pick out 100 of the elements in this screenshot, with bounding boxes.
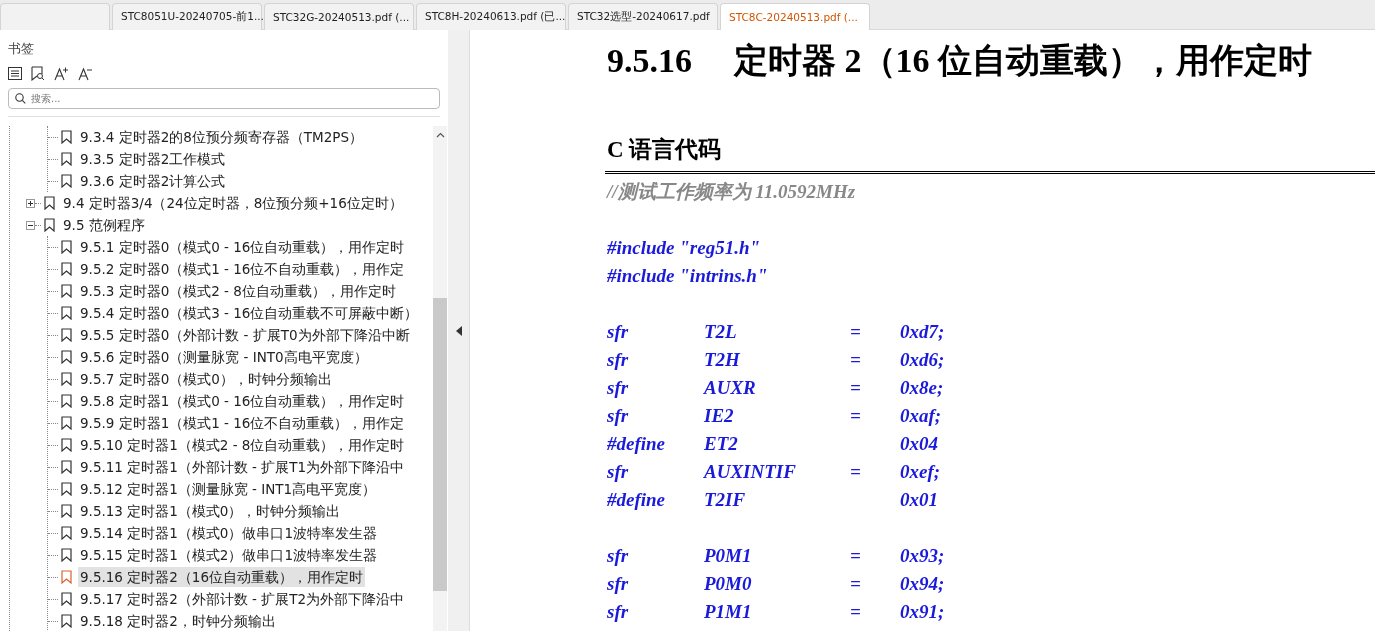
bookmark-icon: [61, 350, 72, 364]
bookmark-icon: [61, 438, 72, 452]
code-operator: =: [850, 376, 862, 400]
expand-icon[interactable]: [26, 198, 35, 208]
code-identifier: AUXR: [704, 376, 757, 400]
code-operator: =: [850, 320, 862, 344]
scroll-up-icon[interactable]: [435, 132, 445, 138]
code-operator: =: [850, 348, 862, 372]
panel-title: 书签: [7, 40, 35, 56]
code-identifier: P0M0: [704, 572, 753, 596]
bookmark-item[interactable]: 9.5.10 定时器1（模式2 - 8位自动重载），用作定时: [78, 435, 407, 455]
bookmark-icon: [61, 174, 72, 188]
code-operator: =: [850, 460, 862, 484]
bookmark-item[interactable]: 9.5.14 定时器1（模式0）做串口1波特率发生器: [78, 523, 379, 543]
bookmark-item[interactable]: 9.5.5 定时器0（外部计数 - 扩展T0为外部下降沿中断: [78, 325, 412, 345]
section-title: 定时器 2（16 位自动重载），用作定时: [734, 41, 1312, 81]
code-value: 0xef;: [900, 460, 942, 484]
document-tab[interactable]: STC32G-20240513.pdf (...: [264, 3, 414, 30]
bookmark-item[interactable]: 9.5.2 定时器0（模式1 - 16位不自动重载），用作定: [78, 259, 407, 279]
bookmark-icon: [61, 130, 72, 144]
bookmark-icon: [61, 592, 72, 606]
subheading: C 语言代码: [607, 136, 723, 164]
code-identifier: AUXINTIF: [704, 460, 797, 484]
document-tab[interactable]: STC32选型-20240617.pdf: [568, 3, 718, 30]
bookmark-icon: [44, 196, 55, 210]
bookmark-item[interactable]: 9.5.18 定时器2，时钟分频输出: [78, 611, 278, 631]
bookmark-icon: [61, 152, 72, 166]
code-identifier: ET2: [704, 432, 739, 456]
bookmark-icon: [61, 526, 72, 540]
code-keyword: sfr: [607, 544, 630, 568]
list-icon[interactable]: [8, 66, 22, 80]
code-value: 0x01: [900, 488, 939, 512]
document-tab[interactable]: STC8C-20240513.pdf (...: [720, 3, 870, 30]
bookmark-icon: [61, 570, 72, 584]
code-identifier: IE2: [704, 404, 735, 428]
bookmark-icon: [61, 328, 72, 342]
font-decrease-icon[interactable]: [78, 65, 93, 81]
search-field[interactable]: 搜索...: [8, 88, 440, 109]
bookmark-item[interactable]: 9.5.9 定时器1（模式1 - 16位不自动重载），用作定: [78, 413, 407, 433]
bookmark-item[interactable]: 9.3.6 定时器2计算公式: [78, 171, 228, 191]
bookmark-item[interactable]: 9.5.4 定时器0（模式3 - 16位自动重载不可屏蔽中断）: [78, 303, 421, 323]
code-value: 0x04: [900, 432, 939, 456]
code-line: #include "intrins.h": [607, 264, 769, 288]
bookmark-item[interactable]: 9.5.6 定时器0（测量脉宽 - INT0高电平宽度）: [78, 347, 370, 367]
bookmark-item[interactable]: 9.5.1 定时器0（模式0 - 16位自动重载），用作定时: [78, 237, 407, 257]
bookmark-icon: [61, 262, 72, 276]
code-value: 0xd6;: [900, 348, 946, 372]
bookmark-icon: [61, 416, 72, 430]
bookmark-icon: [61, 394, 72, 408]
code-keyword: sfr: [607, 404, 630, 428]
code-identifier: P0M1: [704, 544, 753, 568]
code-operator: =: [850, 572, 862, 596]
code-value: 0xd7;: [900, 320, 946, 344]
bookmark-item[interactable]: 9.4 定时器3/4（24位定时器，8位预分频+16位定时）: [61, 193, 405, 213]
bookmark-icon: [44, 218, 55, 232]
bookmark-item[interactable]: 9.5.8 定时器1（模式0 - 16位自动重载），用作定时: [78, 391, 407, 411]
code-keyword: #define: [607, 432, 667, 456]
code-operator: =: [850, 404, 862, 428]
scrollbar[interactable]: [433, 126, 447, 631]
bookmark-item[interactable]: 9.5.16 定时器2（16位自动重载），用作定时: [78, 567, 365, 587]
bookmark-icon: [61, 372, 72, 386]
scrollbar-thumb[interactable]: [433, 298, 447, 591]
bookmark-item[interactable]: 9.5.17 定时器2（外部计数 - 扩展T2为外部下降沿中: [78, 589, 407, 609]
bookmark-icon: [61, 614, 72, 628]
code-value: 0x8e;: [900, 376, 945, 400]
code-keyword: sfr: [607, 460, 630, 484]
code-comment: //测试工作频率为 11.0592MHz: [607, 180, 857, 204]
collapse-panel-icon[interactable]: [455, 325, 462, 336]
document-tab[interactable]: STC8051U-20240705-前1...: [112, 3, 262, 30]
code-line: #include "reg51.h": [607, 236, 762, 260]
code-identifier: T2L: [704, 320, 738, 344]
font-increase-icon[interactable]: [54, 65, 69, 81]
code-keyword: sfr: [607, 320, 630, 344]
code-value: 0xaf;: [900, 404, 943, 428]
collapse-icon[interactable]: [26, 220, 35, 230]
bookmark-item[interactable]: 9.5.13 定时器1（模式0），时钟分频输出: [78, 501, 343, 521]
code-operator: =: [850, 600, 862, 624]
document-tab[interactable]: STC8H-20240613.pdf (已...: [416, 3, 566, 30]
bookmark-item[interactable]: 9.5.7 定时器0（模式0），时钟分频输出: [78, 369, 334, 389]
code-value: 0x91;: [900, 600, 946, 624]
bookmark-icon: [61, 460, 72, 474]
bookmark-icon: [61, 240, 72, 254]
bookmark-item[interactable]: 9.5 范例程序: [61, 215, 147, 235]
section-number: 9.5.16: [607, 41, 692, 81]
bookmark-icon: [61, 482, 72, 496]
bookmark-item[interactable]: 9.5.11 定时器1（外部计数 - 扩展T1为外部下降沿中: [78, 457, 407, 477]
bookmark-item[interactable]: 9.3.5 定时器2工作模式: [78, 149, 228, 169]
code-value: 0x94;: [900, 572, 946, 596]
code-keyword: #define: [607, 488, 667, 512]
code-operator: =: [850, 544, 862, 568]
code-identifier: P1M1: [704, 600, 753, 624]
bookmark-item[interactable]: 9.5.3 定时器0（模式2 - 8位自动重载），用作定时: [78, 281, 398, 301]
bookmark-icon: [61, 504, 72, 518]
code-keyword: sfr: [607, 376, 630, 400]
code-identifier: T2IF: [704, 488, 747, 512]
code-identifier: T2H: [704, 348, 741, 372]
bookmark-item[interactable]: 9.3.4 定时器2的8位预分频寄存器（TM2PS）: [78, 127, 365, 147]
bookmark-item[interactable]: 9.5.12 定时器1（测量脉宽 - INT1高电平宽度）: [78, 479, 379, 499]
bookmark-item[interactable]: 9.5.15 定时器1（模式2）做串口1波特率发生器: [78, 545, 379, 565]
bookmark-search-icon[interactable]: [31, 65, 45, 81]
